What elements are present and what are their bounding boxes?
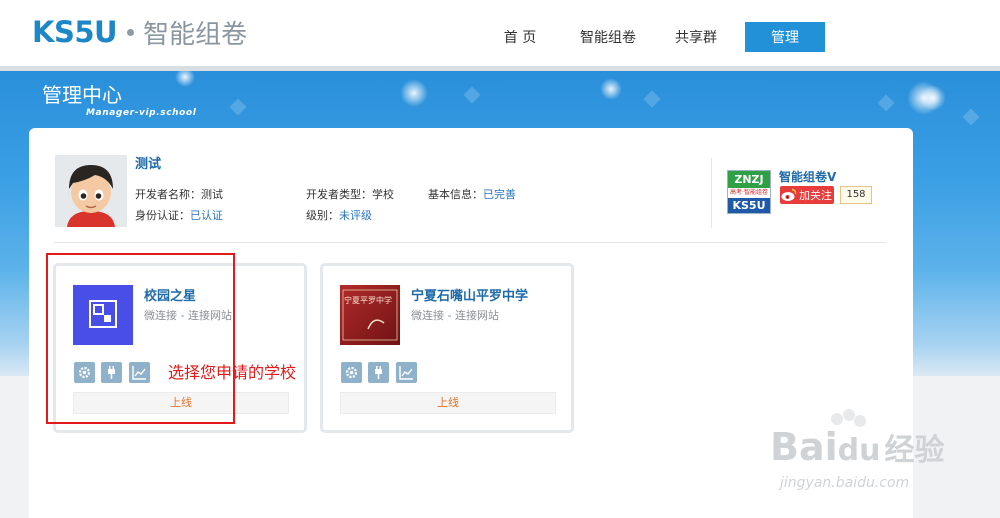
watermark-cn: 经验 [884,433,945,468]
school-logo-2-text: 宁夏平罗中学 [344,296,392,305]
page-subtitle: Manager-vip.school [86,108,197,118]
basic-info-row: 基本信息：已完善 [428,186,516,202]
account-logo-top: ZNZJ [728,171,770,188]
settings-button[interactable] [341,362,362,383]
site-logo[interactable]: KS5U 智能组卷 [32,14,247,50]
profile-name: 测试 [135,157,162,172]
account-logo-mid: 高考·智能组卷 [730,189,768,196]
watermark-bai: Bai [770,425,838,469]
logo-product-name: 智能组卷 [143,19,248,50]
logo-brand: KS5U [32,15,118,49]
stats-button[interactable] [396,362,417,383]
online-button[interactable]: 上线 [340,392,556,414]
nav-share-group[interactable]: 共享群 [661,22,731,52]
follow-label: 加关注 [799,189,832,202]
watermark-text: Baidu 经验 [770,425,944,469]
level-link[interactable]: 未评级 [339,209,372,222]
developer-type-value: 学校 [372,188,394,201]
nav-smart-paper[interactable]: 智能组卷 [570,22,646,52]
school-card-title[interactable]: 宁夏石嘴山平罗中学 [411,285,528,304]
account-logo-bottom: KS5U [728,198,770,213]
panel-divider [54,242,886,243]
annotation-text: 选择您申请的学校 [168,363,297,382]
developer-type-row: 开发者类型：学校 [306,186,394,202]
avatar [55,155,127,227]
watermark-url: jingyan.baidu.com [780,475,910,491]
basic-info-link[interactable]: 已完善 [483,188,516,201]
nav-manage[interactable]: 管理 [745,22,825,52]
page-title: 管理中心 [42,83,122,107]
identity-link[interactable]: 已认证 [190,209,223,222]
developer-name-label: 开发者名称： [135,188,201,201]
developer-name-row: 开发者名称：测试 [135,186,223,202]
weibo-icon [780,186,798,204]
identity-row: 身份认证：已认证 [135,207,223,223]
identity-label: 身份认证： [135,209,190,222]
follow-button[interactable]: 加关注 [780,186,834,204]
account-name[interactable]: 智能组卷V [779,168,836,185]
level-label: 级别： [306,209,339,222]
top-header: KS5U 智能组卷 首 页 智能组卷 共享群 管理 [0,0,1000,66]
watermark-du: du [837,433,881,468]
nav-home[interactable]: 首 页 [485,22,555,52]
follow-count: 158 [840,186,872,204]
annotation-highlight-box [46,253,235,424]
developer-type-label: 开发者类型： [306,188,372,201]
logo-dot [127,28,135,36]
vertical-divider [711,158,712,228]
school-card-2[interactable]: 宁夏平罗中学 宁夏石嘴山平罗中学 微连接 - 连接网站 上线 [320,263,574,433]
connect-button[interactable] [368,362,389,383]
basic-info-label: 基本信息： [428,188,483,201]
level-row: 级别：未评级 [306,207,372,223]
school-logo-2[interactable]: 宁夏平罗中学 [340,285,400,345]
developer-name-value: 测试 [201,188,223,201]
school-card-desc: 微连接 - 连接网站 [411,309,499,322]
account-logo[interactable]: ZNZJ 高考·智能组卷 KS5U [727,170,771,214]
